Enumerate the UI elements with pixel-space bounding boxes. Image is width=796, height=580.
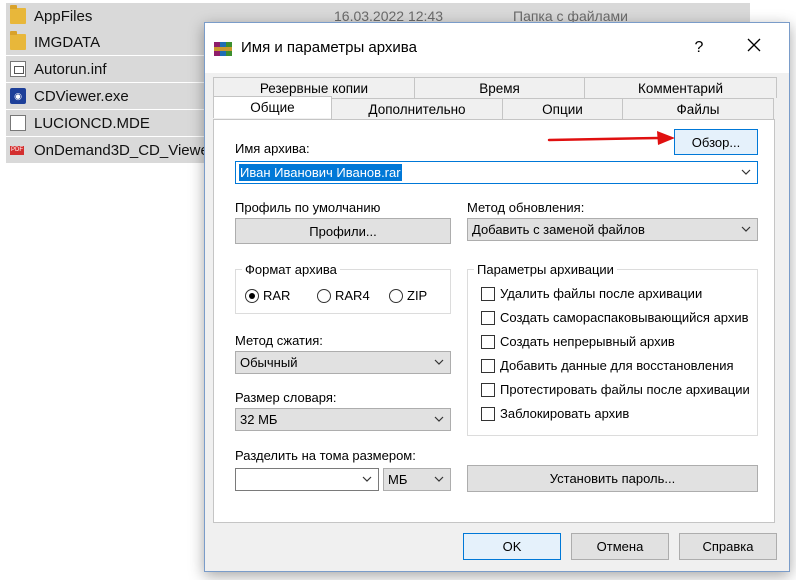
tab-general[interactable]: Общие xyxy=(213,96,332,118)
split-volumes-label: Разделить на тома размером: xyxy=(235,448,416,463)
radio-selected-icon xyxy=(245,288,259,303)
checkbox-label: Заблокировать архив xyxy=(500,406,630,421)
checkbox-label: Протестировать файлы после архивации xyxy=(500,382,750,397)
dialog-titlebar[interactable]: Имя и параметры архива ? xyxy=(205,23,789,73)
archive-options-dialog: Имя и параметры архива ? Резервные копии… xyxy=(204,22,790,572)
archive-name-label: Имя архива: xyxy=(235,141,310,156)
pdf-file-icon: PDF xyxy=(10,142,26,158)
update-method-value: Добавить с заменой файлов xyxy=(472,222,645,237)
tab-options[interactable]: Опции xyxy=(502,98,623,119)
compression-value: Обычный xyxy=(240,355,298,370)
update-method-select[interactable]: Добавить с заменой файлов xyxy=(467,218,758,241)
inf-file-icon xyxy=(10,61,26,77)
file-name: AppFiles xyxy=(34,7,93,25)
chevron-down-icon xyxy=(434,416,444,422)
chevron-down-icon[interactable] xyxy=(740,166,752,178)
archive-options-list: Удалить файлы после архивации Создать са… xyxy=(467,262,758,436)
radio-label: ZIP xyxy=(407,288,428,303)
profiles-button[interactable]: Профили... xyxy=(235,218,451,244)
chevron-down-icon xyxy=(434,359,444,365)
tab-advanced[interactable]: Дополнительно xyxy=(331,98,503,119)
archive-name-value: Иван Иванович Иванов.rar xyxy=(239,164,402,181)
checkbox-label: Создать самораспаковывающийся архив xyxy=(500,310,749,325)
checkbox-label: Добавить данные для восстановления xyxy=(500,358,734,373)
file-name: IMGDATA xyxy=(34,33,101,51)
tab-files[interactable]: Файлы xyxy=(622,98,774,119)
split-unit-select[interactable]: МБ xyxy=(383,468,451,491)
chevron-down-icon xyxy=(434,476,444,482)
dictionary-label: Размер словаря: xyxy=(235,390,337,405)
checkbox-icon xyxy=(481,286,495,301)
radio-icon xyxy=(317,288,331,303)
tab-backups[interactable]: Резервные копии xyxy=(213,77,415,98)
dialog-title: Имя и параметры архива xyxy=(241,39,417,56)
tab-time[interactable]: Время xyxy=(414,77,585,98)
cancel-button[interactable]: Отмена xyxy=(571,533,669,560)
radio-label: RAR4 xyxy=(335,288,370,303)
compression-select[interactable]: Обычный xyxy=(235,351,451,374)
dictionary-select[interactable]: 32 МБ xyxy=(235,408,451,431)
checkbox-label: Создать непрерывный архив xyxy=(500,334,675,349)
checkbox-delete-after[interactable]: Удалить файлы после архивации xyxy=(481,286,702,301)
radio-icon xyxy=(389,288,403,303)
radio-rar[interactable]: RAR xyxy=(245,288,290,303)
radio-rar4[interactable]: RAR4 xyxy=(317,288,370,303)
checkbox-recovery[interactable]: Добавить данные для восстановления xyxy=(481,358,734,373)
archive-name-input[interactable]: Иван Иванович Иванов.rar xyxy=(235,161,758,184)
radio-zip[interactable]: ZIP xyxy=(389,288,427,303)
checkbox-test[interactable]: Протестировать файлы после архивации xyxy=(481,382,750,397)
update-method-label: Метод обновления: xyxy=(467,200,585,215)
tab-row-front: Общие Дополнительно Опции Файлы xyxy=(213,96,774,119)
checkbox-icon xyxy=(481,406,495,421)
file-row-cdviewer[interactable]: ◉ CDViewer.exe xyxy=(6,83,206,109)
file-row-autorun[interactable]: Autorun.inf xyxy=(6,56,206,82)
tab-row-back: Резервные копии Время Комментарий xyxy=(213,77,777,98)
chevron-down-icon xyxy=(741,226,751,232)
title-help-button[interactable]: ? xyxy=(687,35,711,61)
file-row-ondemand[interactable]: PDF OnDemand3D_CD_Viewer xyxy=(6,137,206,163)
file-name: LUCIONCD.MDE xyxy=(34,114,150,132)
archive-format-label: Формат архива xyxy=(245,262,337,277)
annotation-arrow-icon xyxy=(547,131,675,145)
checkbox-icon xyxy=(481,358,495,373)
exe-file-icon: ◉ xyxy=(10,88,26,104)
folder-icon xyxy=(10,31,26,50)
tab-comment[interactable]: Комментарий xyxy=(584,77,777,98)
checkbox-icon xyxy=(481,310,495,325)
browse-button[interactable]: Обзор... xyxy=(674,129,758,155)
split-unit-value: МБ xyxy=(388,472,408,487)
checkbox-solid[interactable]: Создать непрерывный архив xyxy=(481,334,675,349)
file-row-lucioncd[interactable]: LUCIONCD.MDE xyxy=(6,110,206,136)
split-size-input[interactable] xyxy=(235,468,379,491)
set-password-button[interactable]: Установить пароль... xyxy=(467,465,758,492)
ok-button[interactable]: OK xyxy=(463,533,561,560)
compression-label: Метод сжатия: xyxy=(235,333,323,348)
checkbox-sfx[interactable]: Создать самораспаковывающийся архив xyxy=(481,310,749,325)
mde-file-icon xyxy=(10,115,26,131)
default-profile-label: Профиль по умолчанию xyxy=(235,200,381,215)
checkbox-lock[interactable]: Заблокировать архив xyxy=(481,406,629,421)
checkbox-label: Удалить файлы после архивации xyxy=(500,286,703,301)
dictionary-value: 32 МБ xyxy=(240,412,278,427)
checkbox-icon xyxy=(481,382,495,397)
radio-label: RAR xyxy=(263,288,291,303)
close-icon[interactable] xyxy=(741,35,767,61)
checkbox-icon xyxy=(481,334,495,349)
file-name: CDViewer.exe xyxy=(34,87,129,105)
file-name: OnDemand3D_CD_Viewer xyxy=(34,141,206,159)
chevron-down-icon xyxy=(362,476,372,482)
help-button[interactable]: Справка xyxy=(679,533,777,560)
file-name: Autorun.inf xyxy=(34,60,107,78)
winrar-app-icon xyxy=(214,40,232,58)
folder-icon xyxy=(10,5,26,24)
